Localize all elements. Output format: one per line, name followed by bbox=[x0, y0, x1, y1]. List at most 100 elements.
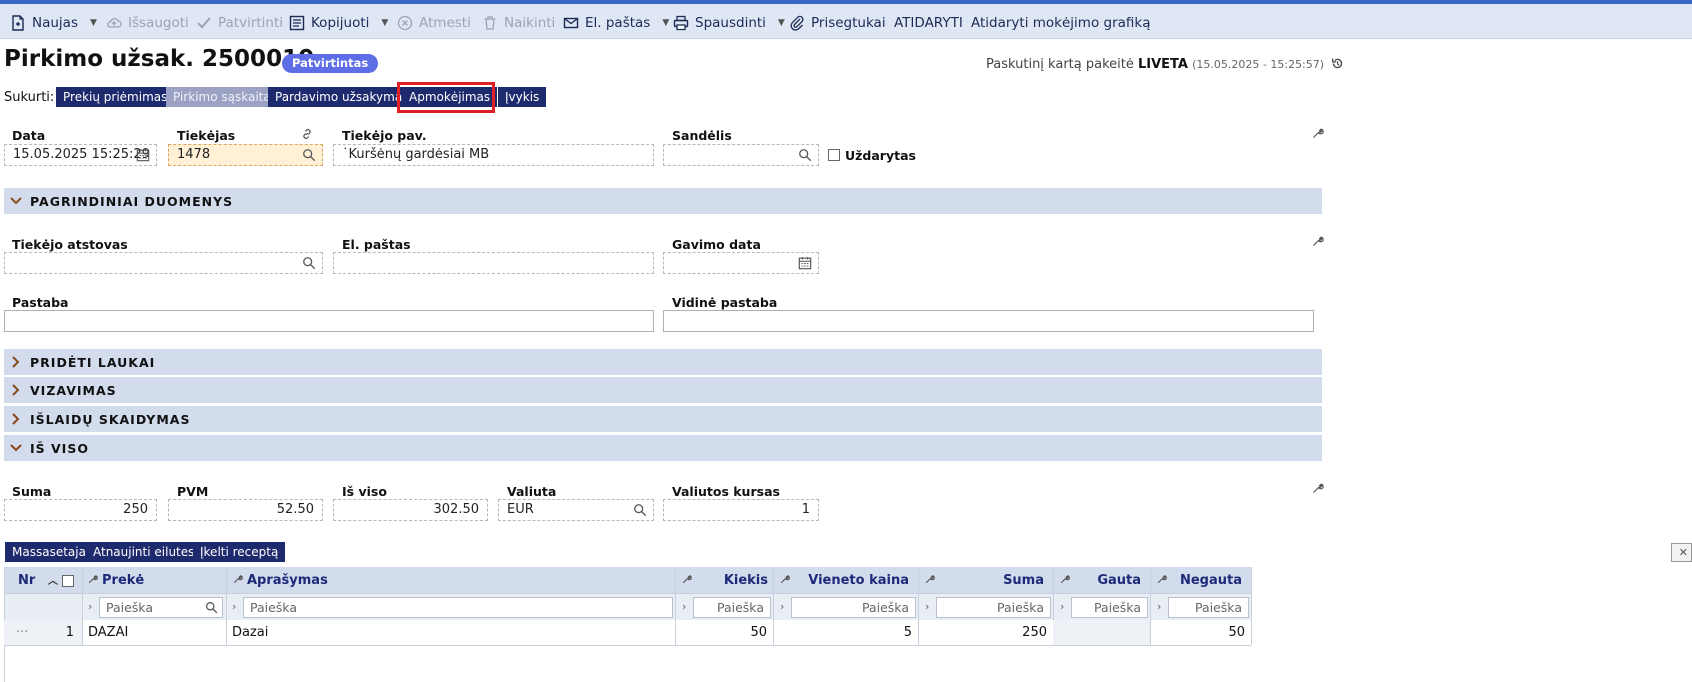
history-icon[interactable] bbox=[1331, 57, 1344, 70]
table-row-item[interactable]: DAZAI bbox=[82, 620, 226, 645]
create-purchase-invoice-button[interactable]: Pirkimo sąskaita bbox=[166, 87, 278, 107]
sum-search-input[interactable]: Paieška bbox=[936, 597, 1051, 618]
vat-field[interactable]: 52.50 bbox=[168, 499, 323, 521]
wrench-icon[interactable] bbox=[1312, 482, 1324, 494]
create-payment-button[interactable]: Apmokėjimas bbox=[402, 87, 498, 107]
calendar-icon[interactable] bbox=[798, 256, 812, 270]
col-header-sum[interactable]: Suma bbox=[925, 567, 1050, 594]
create-goods-receipt-button[interactable]: Prekių priėmimas bbox=[56, 87, 175, 107]
search-icon[interactable] bbox=[302, 256, 316, 270]
print-button[interactable]: Spausdinti ▼ bbox=[673, 13, 785, 33]
wrench-icon[interactable] bbox=[1312, 235, 1324, 247]
quantity-search-input[interactable]: Paieška bbox=[693, 597, 771, 618]
supplier-field[interactable]: 1478 bbox=[168, 144, 323, 166]
wrench-icon[interactable] bbox=[780, 574, 790, 584]
section-added-fields[interactable]: PRIDĖTI LAUKAI bbox=[4, 349, 1322, 375]
cloud-save-icon bbox=[107, 18, 122, 28]
supplier-rep-field[interactable] bbox=[4, 252, 323, 274]
internal-note-field[interactable] bbox=[663, 310, 1314, 332]
table-row-nr[interactable]: ··· 1 bbox=[4, 620, 82, 645]
not-received-search-input[interactable]: Paieška bbox=[1168, 597, 1249, 618]
date-field[interactable]: 15.05.2025 15:25:29 bbox=[4, 144, 157, 166]
search-icon[interactable] bbox=[205, 601, 218, 614]
wrench-icon[interactable] bbox=[233, 574, 243, 584]
wrench-icon[interactable] bbox=[1060, 574, 1070, 584]
link-icon[interactable] bbox=[300, 127, 314, 141]
search-icon[interactable] bbox=[633, 503, 647, 517]
section-approval[interactable]: VIZAVIMAS bbox=[4, 377, 1322, 403]
table-row-unit-price[interactable]: 5 bbox=[773, 620, 918, 645]
supplier-name-field[interactable]: ˙Kuršėnų gardėsiai MB bbox=[333, 144, 654, 166]
printer-icon bbox=[673, 15, 689, 31]
chevron-right-icon[interactable]: › bbox=[682, 600, 686, 613]
currency-field[interactable]: EUR bbox=[498, 499, 654, 521]
calendar-icon[interactable] bbox=[136, 148, 150, 162]
wrench-icon[interactable] bbox=[1312, 127, 1324, 139]
search-icon[interactable] bbox=[302, 148, 316, 162]
table-row-not-received[interactable]: 50 bbox=[1150, 620, 1251, 645]
chevron-right-icon[interactable]: › bbox=[780, 600, 784, 613]
save-button[interactable]: Išsaugoti bbox=[106, 13, 189, 33]
wrench-icon[interactable] bbox=[88, 574, 98, 584]
wrench-icon[interactable] bbox=[682, 574, 692, 584]
open-payment-schedule-button[interactable]: Atidaryti mokėjimo grafiką bbox=[971, 13, 1150, 33]
copy-icon bbox=[289, 15, 305, 31]
total-field[interactable]: 302.50 bbox=[333, 499, 488, 521]
confirm-button[interactable]: Patvirtinti bbox=[196, 13, 283, 33]
col-header-item[interactable]: Prekė bbox=[88, 567, 144, 594]
item-search-input[interactable]: Paieška bbox=[99, 597, 223, 618]
email-button[interactable]: El. paštas ▼ bbox=[563, 13, 669, 33]
new-button[interactable]: Naujas ▼ bbox=[10, 13, 97, 33]
table-row-sum[interactable]: 250 bbox=[918, 620, 1053, 645]
chevron-right-icon[interactable]: › bbox=[232, 600, 236, 613]
open-button[interactable]: ATIDARYTI bbox=[894, 13, 963, 33]
section-cost-split[interactable]: IŠLAIDŲ SKAIDYMAS bbox=[4, 406, 1322, 432]
warehouse-field[interactable] bbox=[663, 144, 819, 166]
delete-button[interactable]: Naikinti bbox=[482, 13, 555, 33]
closed-checkbox[interactable] bbox=[828, 149, 840, 161]
received-search-input[interactable]: Paieška bbox=[1071, 597, 1148, 618]
sum-field[interactable]: 250 bbox=[4, 499, 157, 521]
wrench-icon[interactable] bbox=[1157, 574, 1167, 584]
mass-assign-button[interactable]: Massasetaja bbox=[5, 542, 93, 562]
load-recipe-button[interactable]: Įkelti receptą bbox=[193, 542, 286, 562]
note-field[interactable] bbox=[4, 310, 654, 332]
table-row-description[interactable]: Dazai bbox=[226, 620, 675, 645]
col-header-description[interactable]: Aprašymas bbox=[233, 567, 328, 594]
select-all-checkbox[interactable] bbox=[62, 575, 74, 587]
receive-date-field[interactable] bbox=[663, 252, 819, 274]
chevron-right-icon[interactable]: › bbox=[925, 600, 929, 613]
refresh-rows-button[interactable]: Atnaujinti eilutes bbox=[86, 542, 202, 562]
unit-price-search-input[interactable]: Paieška bbox=[791, 597, 916, 618]
col-header-quantity[interactable]: Kiekis bbox=[682, 567, 770, 594]
chevron-down-icon: ▼ bbox=[662, 18, 670, 28]
email-label: El. paštas bbox=[342, 237, 411, 252]
col-header-received[interactable]: Gauta bbox=[1060, 567, 1147, 594]
exchange-rate-field[interactable]: 1 bbox=[663, 499, 819, 521]
chevron-right-icon[interactable]: › bbox=[1157, 600, 1161, 613]
col-header-unit-price[interactable]: Vieneto kaina bbox=[780, 567, 915, 594]
section-totals[interactable]: IŠ VISO bbox=[4, 435, 1322, 461]
chevron-right-icon[interactable]: › bbox=[88, 600, 92, 613]
wrench-icon[interactable] bbox=[925, 574, 935, 584]
col-header-nr[interactable]: Nr ︿ bbox=[18, 567, 58, 594]
create-sales-order-button[interactable]: Pardavimo užsakymas bbox=[268, 87, 416, 107]
description-search-input[interactable]: Paieška bbox=[243, 597, 673, 618]
internal-note-label: Vidinė pastaba bbox=[672, 295, 778, 310]
row-menu-icon[interactable]: ··· bbox=[16, 625, 28, 640]
chevron-right-icon[interactable]: › bbox=[1060, 600, 1064, 613]
section-main-data[interactable]: PAGRINDINIAI DUOMENYS bbox=[4, 188, 1322, 214]
supplier-name-label: Tiekėjo pav. bbox=[342, 128, 427, 143]
close-icon[interactable]: ✕ bbox=[1671, 543, 1692, 562]
reject-button[interactable]: Atmesti bbox=[397, 13, 471, 33]
col-header-not-received[interactable]: Negauta bbox=[1157, 567, 1248, 594]
envelope-icon bbox=[563, 17, 579, 29]
create-event-button[interactable]: Įvykis bbox=[498, 87, 547, 107]
email-field[interactable] bbox=[333, 252, 654, 274]
attachments-button[interactable]: Prisegtukai bbox=[789, 13, 886, 33]
table-row-quantity[interactable]: 50 bbox=[675, 620, 773, 645]
sort-up-icon[interactable]: ︿ bbox=[48, 576, 58, 587]
copy-button[interactable]: Kopijuoti ▼ bbox=[289, 13, 388, 33]
vat-label: PVM bbox=[177, 484, 209, 499]
search-icon[interactable] bbox=[798, 148, 812, 162]
